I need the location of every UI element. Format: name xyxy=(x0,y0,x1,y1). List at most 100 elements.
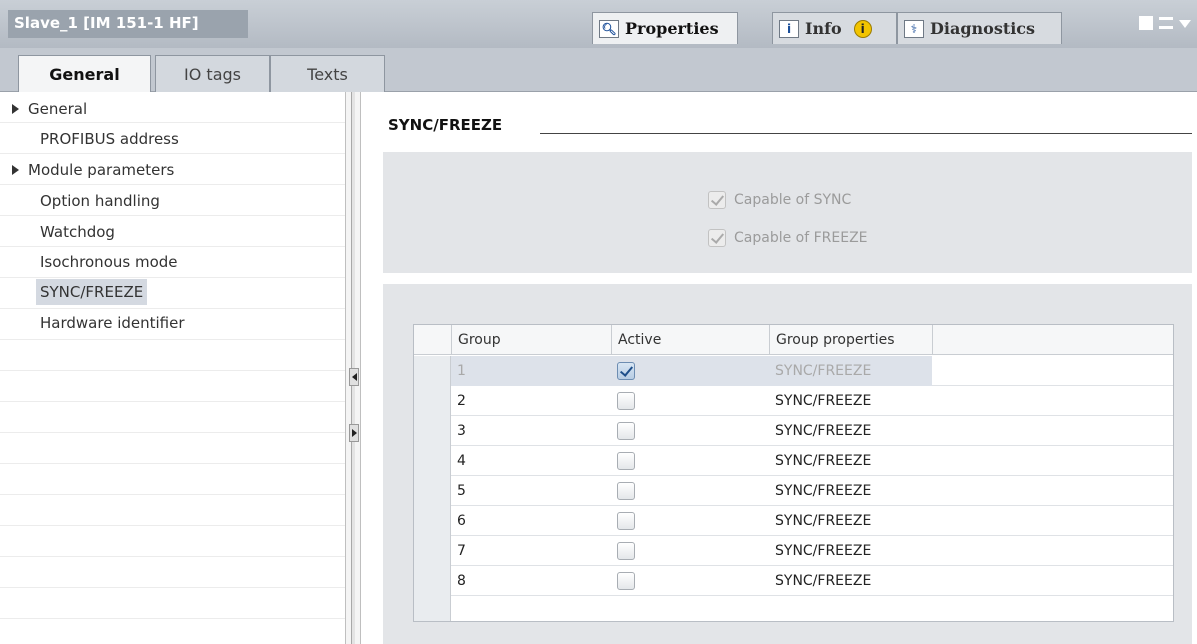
menu-icon[interactable] xyxy=(1159,17,1173,29)
nav-item-hardware-identifier[interactable]: Hardware identifier xyxy=(36,310,189,336)
column-header-empty xyxy=(932,325,1173,355)
nav-item-label: Module parameters xyxy=(28,161,175,179)
cell-active[interactable] xyxy=(611,386,769,416)
row-header[interactable] xyxy=(414,536,451,566)
window-title: Slave_1 [IM 151-1 HF] xyxy=(8,10,248,38)
tab-info[interactable]: i Info i xyxy=(772,12,897,44)
active-checkbox[interactable] xyxy=(617,392,635,410)
cell-group-properties[interactable]: SYNC/FREEZE xyxy=(769,446,932,476)
nav-item-general[interactable]: General xyxy=(8,96,91,122)
cell-group-properties[interactable]: SYNC/FREEZE xyxy=(769,386,932,416)
arrow-right-icon xyxy=(351,429,357,437)
info-badge-icon: i xyxy=(853,19,872,38)
nav-item-profibus-address[interactable]: PROFIBUS address xyxy=(36,126,183,152)
cell-active[interactable] xyxy=(611,356,769,386)
expand-right-button[interactable] xyxy=(349,424,359,442)
column-header-group-properties[interactable]: Group properties xyxy=(769,325,932,355)
tab-info-label: Info xyxy=(805,19,842,38)
table-row[interactable]: 6 SYNC/FREEZE xyxy=(414,506,1173,536)
expand-arrow-icon[interactable] xyxy=(12,104,19,114)
capable-of-sync-checkbox-row: Capable of SYNC xyxy=(708,191,851,209)
cell-active[interactable] xyxy=(611,446,769,476)
active-checkbox[interactable] xyxy=(617,482,635,500)
cell-group[interactable]: 2 xyxy=(451,386,611,416)
capable-of-freeze-checkbox xyxy=(708,229,726,247)
tab-diagnostics-label: Diagnostics xyxy=(930,19,1036,38)
table-row[interactable]: 1 SYNC/FREEZE xyxy=(414,356,1173,386)
row-header[interactable] xyxy=(414,596,451,621)
table-row[interactable]: 4 SYNC/FREEZE xyxy=(414,446,1173,476)
capabilities-panel xyxy=(383,152,1192,273)
table-row[interactable]: 2 SYNC/FREEZE xyxy=(414,386,1173,416)
cell-group[interactable]: 1 xyxy=(451,356,611,386)
capable-of-freeze-label: Capable of FREEZE xyxy=(734,230,868,246)
properties-titlebar: Slave_1 [IM 151-1 HF] 🔍︎ Properties i In… xyxy=(0,0,1197,48)
nav-item-label: General xyxy=(28,100,88,118)
row-header[interactable] xyxy=(414,506,451,536)
cell-group-properties[interactable]: SYNC/FREEZE xyxy=(769,566,932,596)
active-checkbox[interactable] xyxy=(617,452,635,470)
active-checkbox[interactable] xyxy=(617,512,635,530)
subtab-io-tags[interactable]: IO tags xyxy=(155,55,270,92)
column-header-group[interactable]: Group xyxy=(451,325,611,355)
row-header[interactable] xyxy=(414,446,451,476)
cell-group-properties[interactable]: SYNC/FREEZE xyxy=(769,356,932,386)
restore-icon[interactable] xyxy=(1139,16,1153,30)
capable-of-freeze-checkbox-row: Capable of FREEZE xyxy=(708,229,868,247)
table-row[interactable]: 7 SYNC/FREEZE xyxy=(414,536,1173,566)
cell-group[interactable]: 7 xyxy=(451,536,611,566)
pane-splitter[interactable] xyxy=(345,92,361,644)
capable-of-sync-checkbox xyxy=(708,191,726,209)
cell-group-properties[interactable]: SYNC/FREEZE xyxy=(769,536,932,566)
section-divider xyxy=(540,133,1192,134)
row-header[interactable] xyxy=(414,356,451,386)
nav-item-option-handling[interactable]: Option handling xyxy=(36,188,164,214)
cell-group[interactable]: 6 xyxy=(451,506,611,536)
window-controls xyxy=(1139,16,1191,30)
arrow-left-icon xyxy=(351,373,357,381)
subtab-general[interactable]: General xyxy=(18,55,151,92)
active-checkbox[interactable] xyxy=(617,362,635,380)
cell-group[interactable]: 5 xyxy=(451,476,611,506)
table-row[interactable]: 3 SYNC/FREEZE xyxy=(414,416,1173,446)
tab-properties-label: Properties xyxy=(625,19,719,38)
row-header[interactable] xyxy=(414,386,451,416)
row-header[interactable] xyxy=(414,566,451,596)
cell-group[interactable]: 8 xyxy=(451,566,611,596)
collapse-left-button[interactable] xyxy=(349,368,359,386)
tab-properties[interactable]: 🔍︎ Properties xyxy=(592,12,738,44)
cell-active[interactable] xyxy=(611,536,769,566)
table-row-empty[interactable] xyxy=(414,596,1173,621)
subtab-bar: General IO tags Texts xyxy=(0,48,1197,92)
table-row[interactable]: 5 SYNC/FREEZE xyxy=(414,476,1173,506)
cell-group[interactable]: 3 xyxy=(451,416,611,446)
subtab-texts[interactable]: Texts xyxy=(270,55,385,92)
table-header: Group Active Group properties xyxy=(414,325,1173,355)
navigation-tree: General PROFIBUS address Module paramete… xyxy=(0,92,345,644)
row-header[interactable] xyxy=(414,476,451,506)
cell-group-properties[interactable]: SYNC/FREEZE xyxy=(769,506,932,536)
active-checkbox[interactable] xyxy=(617,422,635,440)
cell-group[interactable]: 4 xyxy=(451,446,611,476)
nav-item-isochronous-mode[interactable]: Isochronous mode xyxy=(36,249,182,275)
column-header-active[interactable]: Active xyxy=(611,325,769,355)
active-checkbox[interactable] xyxy=(617,542,635,560)
active-checkbox[interactable] xyxy=(617,572,635,590)
expand-arrow-icon[interactable] xyxy=(12,165,19,175)
cell-active[interactable] xyxy=(611,506,769,536)
capable-of-sync-label: Capable of SYNC xyxy=(734,192,852,208)
cell-active[interactable] xyxy=(611,566,769,596)
cell-group-properties[interactable]: SYNC/FREEZE xyxy=(769,476,932,506)
tab-diagnostics[interactable]: ⚕ Diagnostics xyxy=(897,12,1062,44)
cell-active[interactable] xyxy=(611,416,769,446)
nav-item-module-parameters[interactable]: Module parameters xyxy=(8,157,178,183)
cell-group-properties[interactable]: SYNC/FREEZE xyxy=(769,416,932,446)
chevron-down-icon[interactable] xyxy=(1179,20,1191,28)
nav-item-sync-freeze[interactable]: SYNC/FREEZE xyxy=(36,279,148,305)
cell-active[interactable] xyxy=(611,476,769,506)
diagnostics-icon: ⚕ xyxy=(904,19,924,38)
table-row[interactable]: 8 SYNC/FREEZE xyxy=(414,566,1173,596)
nav-item-watchdog[interactable]: Watchdog xyxy=(36,219,119,245)
row-header[interactable] xyxy=(414,416,451,446)
sync-freeze-groups-table: Group Active Group properties 1 SYNC/FRE… xyxy=(413,324,1174,622)
